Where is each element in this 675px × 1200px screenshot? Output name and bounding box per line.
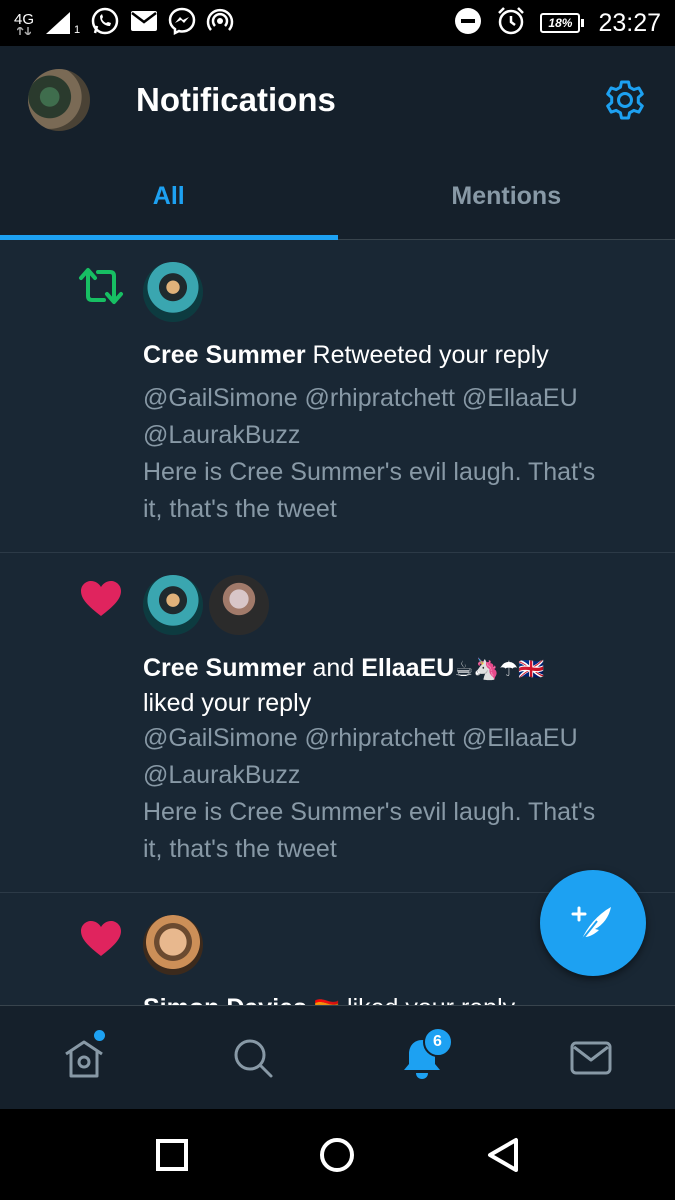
compose-tweet-button[interactable] (540, 870, 646, 976)
page-title: Notifications (136, 81, 336, 118)
clock: 23:27 (598, 8, 661, 37)
nav-home[interactable] (0, 1006, 169, 1109)
network-4g-icon: 4G (14, 12, 34, 35)
signal-icon: 1 (44, 10, 80, 36)
nav-search[interactable] (169, 1006, 338, 1109)
home-icon (65, 1040, 104, 1077)
notification-headline: Cree Summer and EllaaEU☕🦄☂🇬🇧 liked your … (143, 651, 641, 720)
retweet-icon (79, 268, 123, 304)
notification-action: liked your reply (143, 689, 312, 717)
nav-messages[interactable] (506, 1006, 675, 1109)
notification-headline: Cree Summer Retweeted your reply (143, 338, 641, 372)
gear-icon[interactable] (603, 78, 647, 122)
tweet-text: Here is Cree Summer's evil laugh. That's (143, 458, 596, 486)
search-icon (234, 1039, 273, 1077)
actor-emoji: 🏳️‍🌈 (314, 997, 340, 1005)
actor-emoji: ☕🦄☂🇬🇧 (454, 657, 545, 681)
back-icon[interactable] (486, 1136, 520, 1174)
notification-action: liked your reply (347, 994, 515, 1005)
mail-icon (130, 10, 158, 37)
notification-tabs: All Mentions (0, 154, 675, 240)
actor-name[interactable]: Cree Summer (143, 654, 306, 682)
tweet-mentions: @GailSimone @rhipratchett @EllaaEU (143, 724, 578, 752)
actor-name[interactable]: EllaaEU (361, 654, 454, 682)
mail-icon (570, 1041, 612, 1074)
avatar[interactable] (209, 575, 269, 635)
status-bar: 4G 1 18% 23:27 (0, 0, 675, 46)
avatar[interactable] (143, 575, 203, 635)
do-not-disturb-icon (454, 7, 482, 40)
tweet-mentions: @GailSimone @rhipratchett @EllaaEU (143, 384, 578, 412)
notification-item[interactable]: Cree Summer and EllaaEU☕🦄☂🇬🇧 liked your … (0, 553, 675, 893)
hotspot-icon (206, 7, 234, 40)
tweet-text: it, that's the tweet (143, 495, 337, 523)
new-content-dot (94, 1030, 105, 1041)
android-nav-bar (0, 1109, 675, 1200)
notification-headline: Simon Davies 🏳️‍🌈 liked your reply (143, 991, 641, 1005)
whatsapp-icon (90, 6, 120, 41)
battery-level: 18% (540, 13, 581, 33)
nav-notifications[interactable]: 6 (338, 1006, 507, 1109)
home-circle-icon[interactable] (318, 1136, 356, 1174)
actor-name[interactable]: Cree Summer (143, 341, 306, 369)
app-header: Notifications (0, 46, 675, 154)
joiner-text: and (312, 654, 355, 682)
tweet-mentions: @LaurakBuzz (143, 421, 301, 449)
bottom-nav: 6 (0, 1005, 675, 1109)
notification-action: Retweeted your reply (312, 341, 549, 369)
tab-mentions[interactable]: Mentions (338, 154, 675, 239)
actor-name[interactable]: Simon Davies (143, 994, 307, 1005)
notification-item[interactable]: Cree Summer Retweeted your reply @GailSi… (0, 240, 675, 553)
tweet-text: Here is Cree Summer's evil laugh. That's (143, 798, 596, 826)
battery-icon: 18% (540, 13, 585, 33)
messenger-icon (168, 7, 196, 40)
heart-icon (81, 921, 121, 956)
network-label: 4G (14, 10, 35, 28)
recent-apps-icon[interactable] (155, 1138, 189, 1172)
alarm-icon (496, 6, 526, 41)
tab-all[interactable]: All (0, 154, 338, 240)
heart-icon (81, 581, 121, 616)
tweet-preview: @GailSimone @rhipratchett @EllaaEU @Laur… (143, 720, 641, 868)
avatar[interactable] (28, 69, 90, 131)
tweet-mentions: @LaurakBuzz (143, 761, 301, 789)
tweet-preview: @GailSimone @rhipratchett @EllaaEU @Laur… (143, 380, 641, 528)
tweet-text: it, that's the tweet (143, 835, 337, 863)
notification-count-badge: 6 (422, 1027, 453, 1057)
avatar[interactable] (143, 915, 203, 975)
compose-tweet-icon (571, 906, 611, 942)
signal-sub-label: 1 (74, 24, 81, 36)
avatar[interactable] (143, 262, 203, 322)
